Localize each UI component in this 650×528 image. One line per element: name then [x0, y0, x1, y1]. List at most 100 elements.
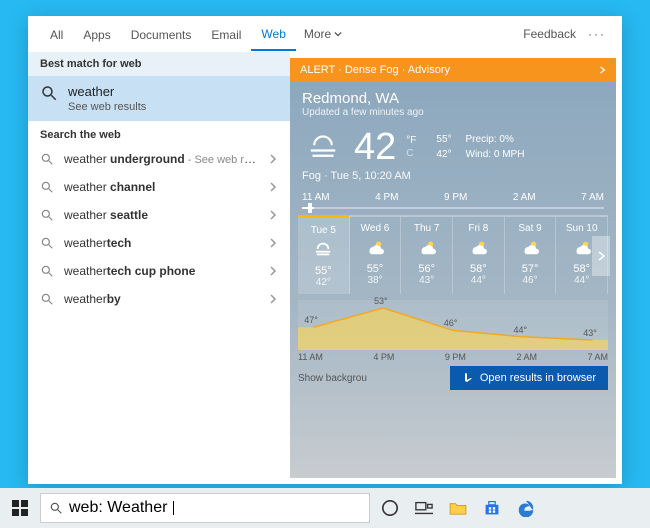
weather-updated: Updated a few minutes ago: [302, 107, 604, 118]
weather-alert[interactable]: ALERT · Dense Fog · Advisory: [290, 58, 616, 82]
day-low: 46°: [507, 275, 554, 286]
taskbar-search[interactable]: web: Weather: [40, 493, 370, 523]
suggestion-item[interactable]: weatherby: [28, 285, 290, 313]
spark-point-label: 47°: [304, 315, 318, 325]
weather-alert-text: ALERT · Dense Fog · Advisory: [300, 64, 450, 76]
day-high: 57°: [507, 263, 554, 275]
suggestion-item[interactable]: weathertech cup phone: [28, 257, 290, 285]
suggestion-item[interactable]: weather channel: [28, 173, 290, 201]
day-high: 58°: [455, 263, 502, 275]
unit-c[interactable]: C: [406, 148, 416, 159]
day-high: 56°: [403, 263, 450, 275]
best-match-item[interactable]: weather See web results: [28, 76, 290, 121]
chevron-right-icon: [268, 294, 278, 304]
tab-all[interactable]: All: [40, 18, 73, 50]
suggestion-text: weather channel: [64, 180, 258, 194]
condition-text: Fog · Tue 5, 10:20 AM: [290, 170, 616, 188]
spark-x-label: 2 AM: [516, 352, 537, 362]
timeline-label: 2 AM: [513, 192, 536, 203]
unit-f[interactable]: °F: [406, 135, 416, 146]
timeline-label: 7 AM: [581, 192, 604, 203]
search-icon: [40, 208, 54, 222]
daily-forecast-item[interactable]: Sat 9 57° 46°: [505, 217, 557, 294]
weather-icon: [416, 238, 438, 256]
spark-x-label: 11 AM: [298, 352, 323, 362]
feedback-link[interactable]: Feedback: [515, 17, 584, 51]
daily-forecast-item[interactable]: Thu 7 56° 43°: [401, 217, 453, 294]
spark-point-label: 44°: [513, 325, 527, 335]
hourly-timeline[interactable]: 11 AM4 PM9 PM2 AM7 AM: [290, 188, 616, 209]
timeline-handle[interactable]: [308, 203, 312, 213]
tab-more-label: More: [304, 27, 331, 41]
daily-forecast-item[interactable]: Wed 6 55° 38°: [350, 217, 402, 294]
best-match-header: Best match for web: [28, 52, 290, 76]
preview-pane: ALERT · Dense Fog · Advisory Redmond, WA…: [290, 52, 622, 484]
search-web-header: Search the web: [28, 121, 290, 145]
tab-email[interactable]: Email: [201, 18, 251, 50]
weather-card: ALERT · Dense Fog · Advisory Redmond, WA…: [290, 58, 616, 478]
weather-icon: [364, 238, 386, 256]
daily-forecast-row: Tue 5 55° 42°Wed 6 55° 38°Thu 7 56° 43°F…: [298, 215, 608, 294]
search-panel: All Apps Documents Email Web More Feedba…: [28, 16, 622, 484]
day-low: 44°: [455, 275, 502, 286]
suggestion-item[interactable]: weather underground - See web results: [28, 145, 290, 173]
suggestion-item[interactable]: weather seattle: [28, 201, 290, 229]
weather-icon: [467, 238, 489, 256]
open-in-browser-button[interactable]: Open results in browser: [450, 366, 608, 390]
options-ellipsis[interactable]: ···: [584, 17, 610, 51]
day-label: Tue 5: [300, 225, 347, 236]
day-high: 55°: [352, 263, 399, 275]
suggestion-text: weather underground - See web results: [64, 152, 258, 166]
spark-point-label: 53°: [374, 296, 388, 306]
daily-scroll-right[interactable]: [592, 236, 610, 276]
search-icon: [40, 84, 58, 102]
show-background-link[interactable]: Show backgrou: [298, 373, 367, 384]
suggestion-text: weather seattle: [64, 208, 258, 222]
temp-high: 55°: [436, 132, 451, 147]
day-label: Wed 6: [352, 223, 399, 234]
tab-documents[interactable]: Documents: [121, 18, 202, 50]
search-icon: [40, 264, 54, 278]
chevron-right-icon: [268, 182, 278, 192]
chevron-right-icon: [268, 154, 278, 164]
day-label: Thu 7: [403, 223, 450, 234]
file-explorer-icon[interactable]: [444, 494, 472, 522]
suggestion-text: weathertech cup phone: [64, 264, 258, 278]
day-low: 44°: [558, 275, 605, 286]
weather-icon: [312, 240, 334, 258]
suggestion-item[interactable]: weathertech: [28, 229, 290, 257]
suggestion-text: weathertech: [64, 236, 258, 250]
day-label: Sun 10: [558, 223, 605, 234]
weather-icon: [571, 238, 593, 256]
open-in-browser-label: Open results in browser: [480, 372, 596, 384]
day-low: 38°: [352, 275, 399, 286]
edge-icon[interactable]: [512, 494, 540, 522]
tab-more[interactable]: More: [296, 17, 350, 51]
tab-web[interactable]: Web: [251, 17, 295, 51]
spark-point-label: 43°: [583, 328, 597, 338]
weather-icon: [519, 238, 541, 256]
start-button[interactable]: [6, 494, 34, 522]
day-low: 43°: [403, 275, 450, 286]
spark-x-label: 9 PM: [445, 352, 466, 362]
day-high: 55°: [300, 265, 347, 277]
chevron-right-icon: [596, 250, 606, 262]
precip-text: Precip: 0%: [466, 132, 525, 147]
task-view-icon[interactable]: [410, 494, 438, 522]
best-match-subtitle: See web results: [68, 101, 146, 113]
current-temp: 42: [354, 128, 396, 166]
timeline-label: 4 PM: [375, 192, 398, 203]
best-match-title: weather: [68, 84, 146, 99]
daily-forecast-item[interactable]: Tue 5 55° 42°: [298, 215, 350, 294]
chevron-right-icon: [598, 65, 606, 75]
microsoft-store-icon[interactable]: [478, 494, 506, 522]
spark-x-label: 7 AM: [587, 352, 608, 362]
chevron-down-icon: [334, 30, 342, 38]
tab-apps[interactable]: Apps: [73, 18, 120, 50]
daily-forecast-item[interactable]: Fri 8 58° 44°: [453, 217, 505, 294]
wind-text: Wind: 0 MPH: [466, 147, 525, 162]
tabs-row: All Apps Documents Email Web More Feedba…: [28, 16, 622, 52]
day-label: Fri 8: [455, 223, 502, 234]
results-sidebar: Best match for web weather See web resul…: [28, 52, 290, 484]
cortana-icon[interactable]: [376, 494, 404, 522]
